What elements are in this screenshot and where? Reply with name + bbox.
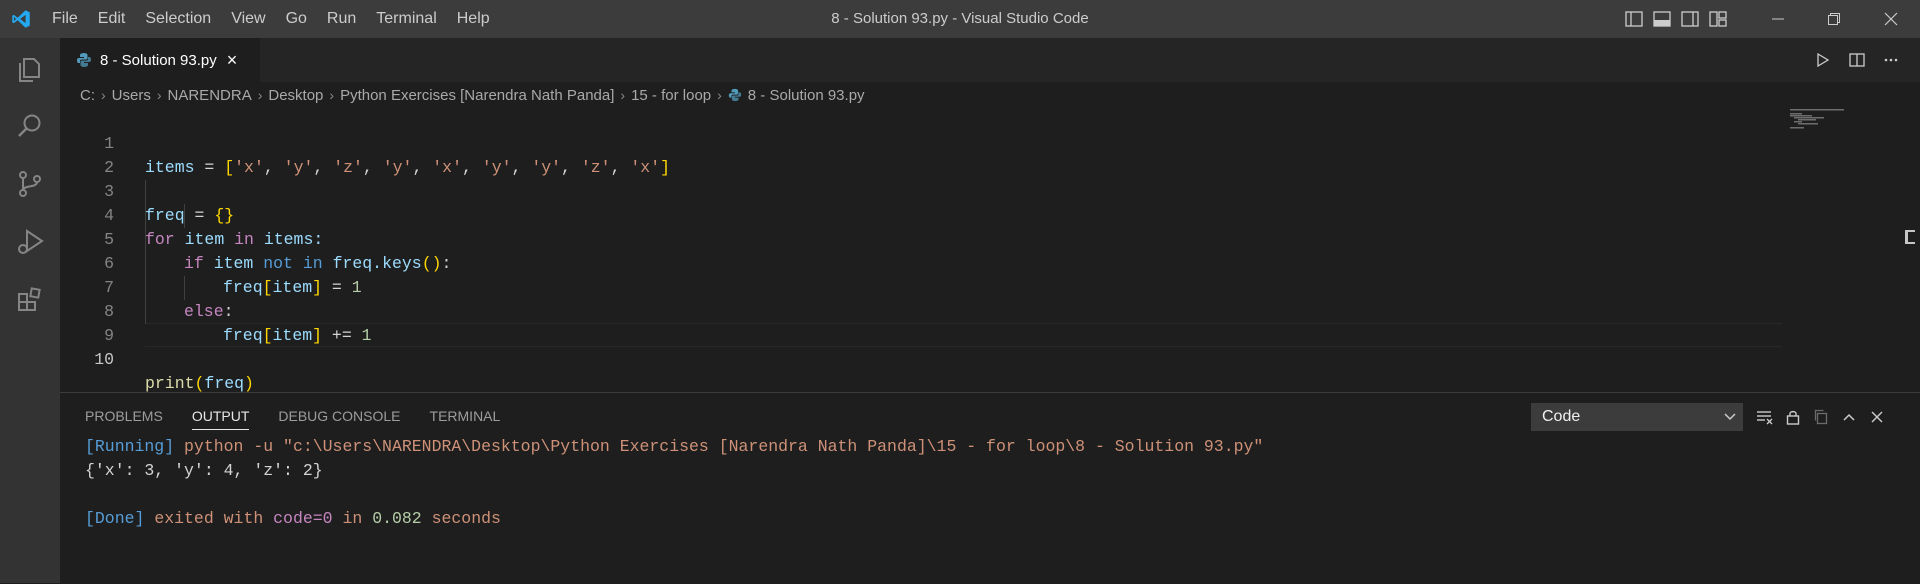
menu-edit[interactable]: Edit xyxy=(88,0,136,38)
breadcrumb-file[interactable]: 8 - Solution 93.py xyxy=(748,87,865,104)
code-line: 4 for item in items: xyxy=(60,180,1780,249)
vscode-logo-icon[interactable] xyxy=(10,9,32,29)
code-line: 2 xyxy=(60,132,1780,177)
output-result-line: {'x': 3, 'y': 4, 'z': 2} xyxy=(85,461,323,480)
extensions-icon[interactable] xyxy=(12,282,48,318)
menu-run[interactable]: Run xyxy=(317,0,366,38)
code-line: 5 if item not in freq.keys(): xyxy=(60,204,1780,273)
breadcrumb-users[interactable]: Users xyxy=(112,87,151,104)
chevron-right-icon: › xyxy=(101,87,106,103)
toggle-primary-sidebar-icon[interactable] xyxy=(1620,0,1648,38)
code-line: 10 print(freq) xyxy=(60,324,1780,393)
menu-go[interactable]: Go xyxy=(276,0,317,38)
menu-terminal[interactable]: Terminal xyxy=(366,0,446,38)
menu-selection[interactable]: Selection xyxy=(135,0,221,38)
more-actions-icon[interactable] xyxy=(1874,38,1908,82)
breadcrumb-exercises[interactable]: Python Exercises [Narendra Nath Panda] xyxy=(340,87,614,104)
chevron-right-icon: › xyxy=(717,87,722,103)
layout-controls xyxy=(1620,0,1732,38)
bottom-panel: PROBLEMS OUTPUT DEBUG CONSOLE TERMINAL C… xyxy=(60,392,1920,584)
scrollbar-marker[interactable] xyxy=(1905,230,1915,244)
output-done-line: [Done] exited with code=0 in 0.082 secon… xyxy=(85,509,501,528)
copy-icon[interactable] xyxy=(1807,403,1835,431)
chevron-down-icon xyxy=(1718,403,1742,431)
title-bar: File Edit Selection View Go Run Terminal… xyxy=(0,0,1920,38)
minimap[interactable] xyxy=(1788,108,1848,168)
menu-file[interactable]: File xyxy=(42,0,88,38)
clear-output-icon[interactable] xyxy=(1751,403,1779,431)
close-panel-icon[interactable] xyxy=(1863,403,1891,431)
code-line: 1 items = ['x', 'y', 'z', 'y', 'x', 'y',… xyxy=(60,108,1780,177)
minimize-icon[interactable] xyxy=(1755,0,1801,38)
breadcrumb: C: › Users › NARENDRA › Desktop › Python… xyxy=(80,82,865,108)
tab-terminal[interactable]: TERMINAL xyxy=(430,393,501,439)
chevron-right-icon: › xyxy=(156,87,162,103)
output-channel-value: Code xyxy=(1542,408,1581,425)
chevron-right-icon: › xyxy=(257,87,263,103)
code-editor[interactable]: 1 items = ['x', 'y', 'z', 'y', 'x', 'y',… xyxy=(60,108,1840,393)
menu-bar: File Edit Selection View Go Run Terminal… xyxy=(42,0,500,38)
chevron-right-icon: › xyxy=(329,87,335,103)
output-channel-select[interactable]: Code xyxy=(1531,403,1743,431)
lock-icon[interactable] xyxy=(1779,403,1807,431)
tab-problems[interactable]: PROBLEMS xyxy=(85,393,163,439)
activity-bar xyxy=(0,38,60,583)
chevron-right-icon: › xyxy=(620,87,626,103)
close-icon[interactable]: × xyxy=(227,51,238,69)
code-line: 7 else: xyxy=(60,252,1780,321)
code-line: 6 freq[item] = 1 xyxy=(60,228,1780,297)
maximize-panel-icon[interactable] xyxy=(1835,403,1863,431)
source-control-icon[interactable] xyxy=(12,166,48,202)
tab-debug-console[interactable]: DEBUG CONSOLE xyxy=(278,393,400,439)
run-and-debug-icon[interactable] xyxy=(12,224,48,260)
split-editor-icon[interactable] xyxy=(1840,38,1874,82)
toggle-secondary-sidebar-icon[interactable] xyxy=(1676,0,1704,38)
tab-label: 8 - Solution 93.py xyxy=(100,51,217,69)
python-file-icon xyxy=(728,88,741,102)
code-line: 9 xyxy=(60,300,1780,345)
explorer-icon[interactable] xyxy=(12,50,48,86)
python-file-icon xyxy=(77,53,91,67)
panel-tabs: PROBLEMS OUTPUT DEBUG CONSOLE TERMINAL xyxy=(85,393,529,439)
output-running-line: [Running] python -u "c:\Users\NARENDRA\D… xyxy=(85,437,1264,456)
editor-tabs: 8 - Solution 93.py × xyxy=(60,38,1920,82)
breadcrumb-drive[interactable]: C: xyxy=(80,87,95,104)
breadcrumb-user[interactable]: NARENDRA xyxy=(168,87,252,104)
restore-icon[interactable] xyxy=(1811,0,1857,38)
code-line: 3 freq = {} xyxy=(60,156,1780,225)
close-window-icon[interactable] xyxy=(1868,0,1914,38)
breadcrumb-desktop[interactable]: Desktop xyxy=(268,87,323,104)
code-line: 8 freq[item] += 1 xyxy=(60,276,1780,345)
line-number-active: 10 xyxy=(94,350,114,369)
run-file-icon[interactable] xyxy=(1806,38,1840,82)
customize-layout-icon[interactable] xyxy=(1704,0,1732,38)
menu-view[interactable]: View xyxy=(221,0,275,38)
tab-solution-93[interactable]: 8 - Solution 93.py × xyxy=(60,38,260,82)
search-icon[interactable] xyxy=(12,108,48,144)
editor-actions xyxy=(1806,38,1908,82)
breadcrumb-folder[interactable]: 15 - for loop xyxy=(631,87,711,104)
tab-output[interactable]: OUTPUT xyxy=(191,393,249,439)
menu-help[interactable]: Help xyxy=(447,0,500,38)
toggle-panel-icon[interactable] xyxy=(1648,0,1676,38)
